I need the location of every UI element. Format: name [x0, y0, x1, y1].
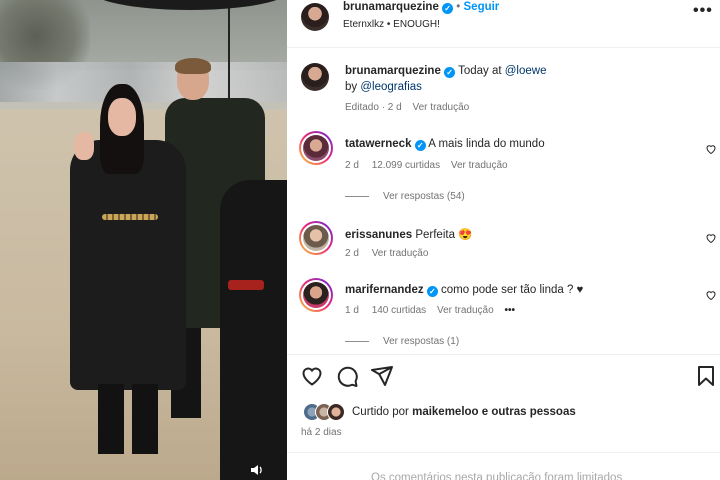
author-username[interactable]: brunamarquezine [343, 1, 439, 13]
comment-likes[interactable]: 12.099 curtidas [372, 160, 440, 171]
comment-time: 1 d [345, 305, 359, 316]
likers-avatars[interactable] [303, 403, 351, 421]
caption-line-2: by @leografias [345, 81, 422, 93]
caption-text: Today at [458, 65, 502, 77]
follow-button[interactable]: Seguir [464, 1, 500, 13]
like-comment-heart-icon[interactable] [705, 232, 717, 244]
comment-body: marifernandez ✓ como pode ser tão linda … [345, 284, 583, 297]
post-time: há 2 dias [301, 427, 342, 438]
view-replies-label: Ver respostas (54) [383, 191, 465, 202]
comment-translate-link[interactable]: Ver tradução [372, 248, 429, 259]
caption-author-username[interactable]: brunamarquezine [345, 65, 441, 77]
photo-taillight [228, 280, 264, 290]
liked-by-user[interactable]: maikemeloo [412, 406, 478, 418]
caption-meta: Editado · 2 d Ver tradução [345, 102, 469, 113]
comment-icon[interactable] [335, 364, 359, 388]
comment-meta: 1 d 140 curtidas Ver tradução ••• [345, 305, 515, 316]
comment-text: A mais linda do mundo [428, 138, 545, 150]
footer-divider [287, 452, 720, 453]
liked-by-text: Curtido por maikemeloo e outras pessoas [352, 406, 576, 418]
comments-limited-notice: Os comentários nesta publicação foram li… [371, 472, 623, 480]
verified-icon: ✓ [426, 286, 438, 297]
verified-icon: ✓ [414, 140, 426, 151]
verified-icon: ✓ [442, 3, 454, 14]
caption-line-1: brunamarquezine ✓ Today at @loewe [345, 65, 546, 78]
mention-loewe[interactable]: @loewe [505, 65, 547, 77]
caption-author-avatar[interactable] [301, 63, 329, 91]
comment-time: 2 d [345, 160, 359, 171]
liked-by-prefix: Curtido por [352, 406, 409, 418]
comment-body: erissanunes Perfeita 😍 [345, 227, 472, 241]
post-details-panel: brunamarquezine ✓ • Seguir Eternxlkz • E… [287, 0, 720, 480]
save-bookmark-icon[interactable] [694, 364, 718, 388]
caption-translate-link[interactable]: Ver tradução [413, 102, 470, 113]
comment-body: tatawerneck ✓ A mais linda do mundo [345, 138, 545, 151]
view-replies-button[interactable]: Ver respostas (54) [345, 191, 465, 202]
audio-track[interactable]: Eternxlkz • ENOUGH! [343, 19, 440, 30]
mention-leografias[interactable]: @leografias [360, 81, 422, 93]
photo-woman [66, 84, 190, 464]
comment-username[interactable]: marifernandez [345, 284, 424, 296]
comment-username[interactable]: tatawerneck [345, 138, 411, 150]
header-separator: • [456, 1, 461, 13]
liked-by-others[interactable]: e outras pessoas [482, 406, 576, 418]
comment-meta: 2 d Ver tradução [345, 248, 428, 259]
post-header: brunamarquezine ✓ • Seguir [343, 1, 499, 14]
header-divider [287, 47, 720, 48]
like-comment-heart-icon[interactable] [705, 289, 717, 301]
comment-avatar[interactable] [299, 278, 333, 312]
comment-likes[interactable]: 140 curtidas [372, 305, 426, 316]
comment-avatar[interactable] [299, 221, 333, 255]
post-photo[interactable] [0, 0, 287, 480]
comment-text: Perfeita 😍 [415, 229, 473, 241]
like-heart-icon[interactable] [300, 364, 324, 388]
comment-time: 2 d [345, 248, 359, 259]
author-avatar[interactable] [301, 3, 329, 31]
caption-edited: Editado · 2 d [345, 102, 402, 113]
liker-avatar [327, 403, 345, 421]
actions-divider [287, 354, 720, 355]
comment-text: como pode ser tão linda ? ♥ [441, 284, 584, 296]
photo-car [220, 180, 287, 480]
comment-more-icon[interactable]: ••• [504, 305, 515, 316]
caption-by-label: by [345, 81, 358, 93]
verified-icon: ✓ [444, 67, 456, 78]
view-replies-button[interactable]: Ver respostas (1) [345, 336, 459, 347]
comment-translate-link[interactable]: Ver tradução [451, 160, 508, 171]
comment-username[interactable]: erissanunes [345, 229, 412, 241]
like-comment-heart-icon[interactable] [705, 143, 717, 155]
view-replies-label: Ver respostas (1) [383, 336, 460, 347]
speaker-icon[interactable] [250, 464, 270, 478]
more-options-icon[interactable]: ••• [693, 2, 713, 20]
comment-avatar[interactable] [299, 131, 333, 165]
comment-meta: 2 d 12.099 curtidas Ver tradução [345, 160, 508, 171]
comment-translate-link[interactable]: Ver tradução [437, 305, 494, 316]
share-icon[interactable] [370, 364, 394, 388]
